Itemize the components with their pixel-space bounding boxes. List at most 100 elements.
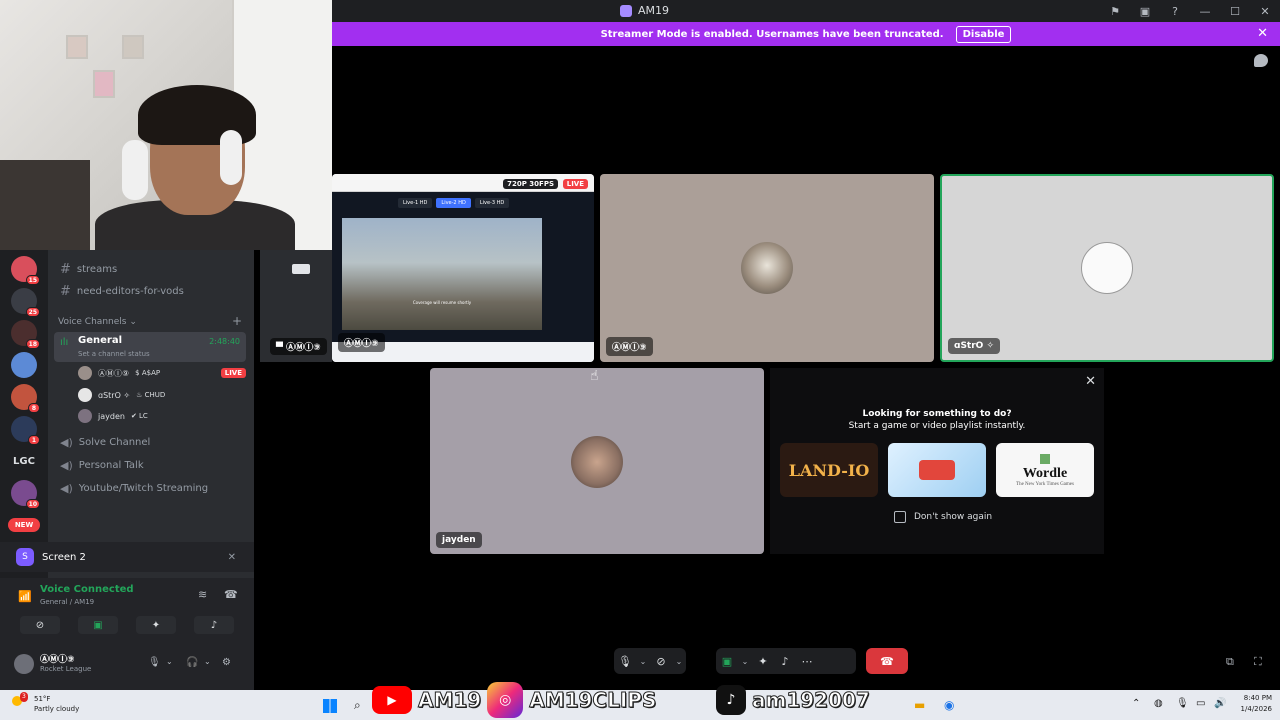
soundboard-button[interactable]: ♪ [194, 616, 234, 634]
dont-show-again-checkbox[interactable]: Don't show again [894, 511, 992, 523]
more-options-icon[interactable]: ⋯ [796, 648, 818, 674]
server-icon[interactable] [11, 352, 37, 378]
monitor-icon[interactable]: ▣ [1130, 0, 1160, 22]
unread-badge: 10 [25, 499, 40, 509]
call-timer: 2:48:40 [209, 337, 240, 346]
camera-off-icon[interactable]: ⊘ [650, 648, 672, 674]
channel-streams[interactable]: # streams [60, 262, 117, 277]
chevron-down-icon[interactable]: ⌄ [738, 648, 752, 674]
wall-art [66, 35, 88, 59]
chrome-icon[interactable]: ◉ [944, 698, 954, 712]
activities-icon[interactable]: ✦ [752, 648, 774, 674]
quality-badge: 720P 30FPS [503, 179, 558, 189]
voice-channel-general[interactable]: ılı General Set a channel status 2:48:40 [54, 332, 246, 362]
activities-button[interactable]: ✦ [136, 616, 176, 634]
webcam-overlay [0, 0, 332, 250]
fullscreen-icon[interactable]: ⛶ [1254, 655, 1262, 669]
antivirus-icon[interactable]: ◍ [1154, 698, 1163, 709]
chat-icon[interactable] [1254, 54, 1268, 67]
checkbox-box[interactable] [894, 511, 906, 523]
disconnect-icon[interactable]: ☎ [224, 588, 238, 601]
voice-channel-personal[interactable]: ◀) Personal Talk [60, 459, 144, 472]
voice-user-name: ɑStrO ✧ [98, 390, 131, 400]
server-icon[interactable]: 25 [11, 288, 40, 317]
flag-icon[interactable]: ⚑ [1100, 0, 1130, 22]
screen: AM19 ⚑ ▣ ? — ☐ ✕ Streamer Mode is enable… [0, 0, 1280, 720]
title-bar: AM19 ⚑ ▣ ? — ☐ ✕ [332, 0, 1280, 22]
server-icon[interactable]: 1 [11, 416, 40, 445]
stream-video: Coverage will resume shortly [342, 218, 542, 330]
youtube-icon: ▶ [372, 686, 412, 714]
popout-icon[interactable]: ⧉ [1226, 655, 1234, 669]
avatar[interactable] [14, 654, 34, 674]
headphones-icon[interactable]: 🎧 [186, 657, 198, 668]
server-icon[interactable]: 18 [11, 320, 40, 349]
server-icon[interactable]: 10 [11, 480, 40, 509]
hand-cursor-icon: ☝ [590, 368, 599, 384]
chevron-down-icon[interactable]: ⌄ [166, 657, 173, 666]
microphone-icon[interactable]: 🎙 [148, 657, 161, 668]
chevron-up-icon[interactable]: ⌃ [1132, 698, 1140, 709]
voice-user[interactable]: ɑStrO ✧ ♨ CHUD [78, 386, 246, 404]
voice-channels-header[interactable]: Voice Channels ⌄ [58, 317, 137, 327]
clock[interactable]: 8:40 PM 1/4/2026 [1228, 693, 1272, 715]
user-name[interactable]: ⒶⓂⒾ⑨ [40, 652, 75, 665]
disable-button[interactable]: Disable [955, 25, 1012, 43]
soundboard-icon[interactable]: ♪ [774, 648, 796, 674]
activity-card-land-io[interactable]: LAND-IO [780, 443, 878, 497]
close-window-button[interactable]: ✕ [1250, 0, 1280, 22]
channel-status[interactable]: Set a channel status [78, 350, 150, 358]
maximize-button[interactable]: ☐ [1220, 0, 1250, 22]
voice-actions: ⊘ ▣ ✦ ♪ [0, 616, 254, 636]
screen-share-icon[interactable]: ▣ [716, 648, 738, 674]
minimize-button[interactable]: — [1190, 0, 1220, 22]
weather-badge: 3 [20, 692, 28, 702]
add-channel-icon[interactable]: + [232, 314, 242, 328]
stream-tile[interactable]: Live-1 HD Live-2 HD Live-3 HD Coverage w… [332, 174, 594, 362]
search-icon[interactable]: ⌕ [354, 698, 361, 713]
server-icon[interactable]: 8 [11, 384, 40, 413]
participant-tile-speaking[interactable]: ɑStrO ✧ [940, 174, 1274, 362]
voice-channel-streaming[interactable]: ◀) Youtube/Twitch Streaming [60, 482, 208, 495]
activity-card-wordle[interactable]: Wordle The New York Times Games [996, 443, 1094, 497]
weather-text: 51°F Partly cloudy [34, 694, 114, 714]
camera-off-button[interactable]: ⊘ [20, 616, 60, 634]
chevron-down-icon[interactable]: ⌄ [636, 648, 650, 674]
screen-label: Screen 2 [42, 551, 86, 563]
chevron-down-icon[interactable]: ⌄ [672, 648, 686, 674]
close-icon[interactable]: ✕ [1085, 374, 1096, 389]
network-icon[interactable]: ▭ [1196, 698, 1205, 709]
channel-need-editors[interactable]: # need-editors-for-vods [60, 284, 184, 299]
help-icon[interactable]: ? [1160, 0, 1190, 22]
avatar [78, 366, 92, 380]
microphone-icon[interactable]: 🎙 [614, 648, 636, 674]
voice-user-name: ⒶⓂⒾ⑨ [98, 368, 130, 378]
gear-icon[interactable]: ⚙ [222, 657, 231, 668]
new-badge[interactable]: NEW [8, 518, 40, 532]
stream-preview[interactable]: ▀ ⒶⓂⒾ⑨ [260, 250, 332, 362]
screen-share-button[interactable]: ▣ [78, 616, 118, 634]
volume-icon[interactable]: 🔊 [1214, 698, 1226, 709]
server-icon-lgc[interactable]: LGC [11, 448, 37, 474]
activity-title: Wordle [1022, 465, 1068, 481]
voice-channel-solve[interactable]: ◀) Solve Channel [60, 436, 150, 449]
participant-tile[interactable]: jayden [430, 368, 764, 554]
voice-location[interactable]: General / AM19 [40, 598, 94, 606]
microphone-icon[interactable]: 🎙 [1176, 698, 1189, 709]
close-icon[interactable]: ✕ [228, 552, 236, 563]
activity-card-snow[interactable] [888, 443, 986, 497]
windows-start-icon[interactable] [323, 699, 337, 713]
noise-suppression-icon[interactable]: ≋ [198, 588, 207, 601]
chevron-down-icon[interactable]: ⌄ [204, 657, 211, 666]
close-icon[interactable]: ✕ [1257, 26, 1268, 41]
disconnect-button[interactable]: ☎ [866, 648, 908, 674]
server-icon[interactable]: 15 [11, 256, 40, 285]
instagram-icon: ◎ [487, 682, 524, 718]
participant-tile[interactable]: ⒶⓂⒾ⑨ [600, 174, 934, 362]
voice-user[interactable]: ⒶⓂⒾ⑨ $ A$AP LIVE [78, 364, 246, 382]
voice-user[interactable]: jayden ✔ LC [78, 407, 246, 425]
preview-name: ⒶⓂⒾ⑨ [286, 343, 321, 353]
file-explorer-icon[interactable]: ▬ [914, 698, 925, 712]
weather-desc: Partly cloudy [34, 705, 80, 713]
voice-status[interactable]: Voice Connected [40, 584, 134, 595]
